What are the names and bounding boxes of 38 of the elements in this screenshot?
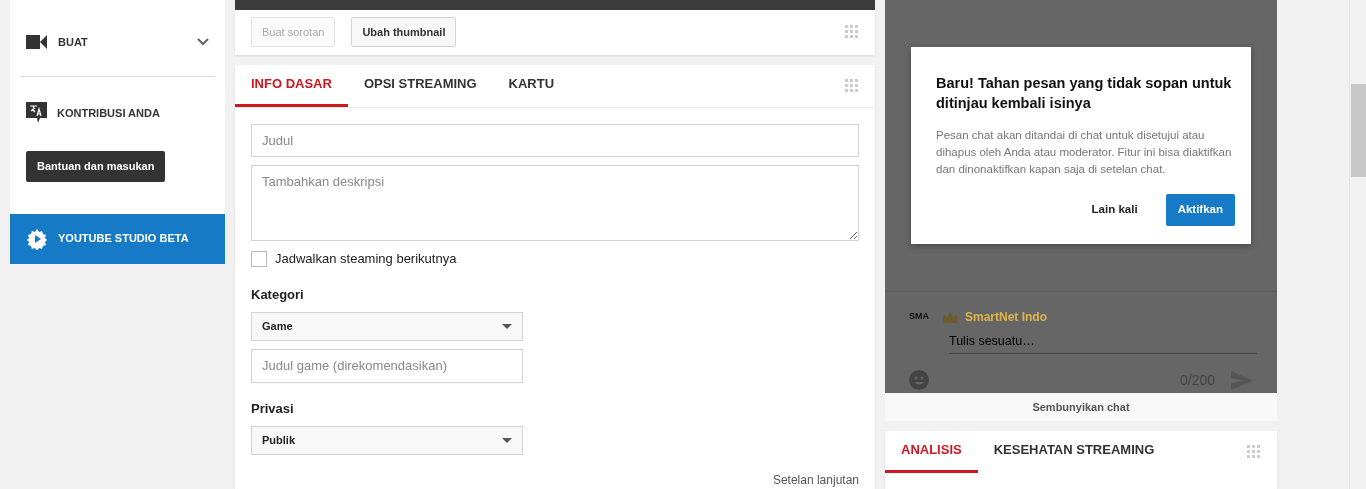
tab[interactable]: INFO DASAR (235, 64, 348, 107)
sidebar-item[interactable]: YOUTUBE STUDIO BETA (10, 213, 225, 264)
description-field[interactable]: Tambahkan deskripsi (251, 165, 859, 241)
crown-icon (943, 311, 957, 323)
video-camera-icon (26, 34, 48, 50)
tab[interactable]: ANALISIS (885, 430, 978, 473)
dialog-text: Pesan chat akan ditandai di chat untuk disetujui atau dihapus oleh Anda atau moderator. Fitur ini bisa diaktifkan dan dinonaktifkan kapan saja di setelan chat. (936, 128, 1233, 178)
tab[interactable]: KARTU (492, 64, 571, 107)
drag-handle-icon (845, 78, 859, 93)
gear-icon (26, 227, 48, 250)
translate-icon (26, 102, 47, 124)
game-title-field[interactable]: Judul game (direkomendasikan) (251, 349, 523, 383)
dropdown-caret-icon (502, 438, 512, 443)
sidebar-item[interactable]: KONTRIBUSI ANDA (10, 97, 225, 129)
drag-handle-icon (1247, 444, 1261, 459)
title-field[interactable]: Judul (251, 123, 859, 157)
drag-handle-icon (845, 25, 859, 40)
dialog-title: Baru! Tahan pesan yang tidak sopan untuk ditinjau kembali isinya (936, 74, 1233, 114)
scrollbar-thumb[interactable] (1351, 84, 1366, 177)
channel-name: SmartNet Indo (965, 309, 1047, 326)
avatar: SMA (909, 310, 930, 324)
dialog-button[interactable]: Aktifkan (1165, 194, 1235, 226)
advanced-settings-link[interactable]: Setelan lanjutan (772, 471, 859, 489)
chat-input[interactable]: Tulis sesuatu… (949, 330, 1257, 354)
checkbox-label: Jadwalkan steaming berikutnya (275, 250, 457, 268)
hide-chat-button[interactable]: Sembunyikan chat (885, 393, 1277, 421)
tab[interactable]: OPSI STREAMING (347, 64, 493, 107)
field-label: Kategori (251, 285, 305, 304)
smiley-icon (909, 370, 929, 391)
dropdown[interactable]: Game (251, 312, 523, 341)
checkbox[interactable] (251, 250, 267, 267)
action-button[interactable]: Ubah thumbnail (351, 16, 457, 48)
dropdown[interactable]: Publik (251, 426, 523, 455)
tab[interactable]: KESEHATAN STREAMING (977, 430, 1171, 473)
help-button[interactable]: Bantuan dan masukan (26, 151, 166, 182)
field-label: Privasi (251, 399, 295, 418)
dropdown-caret-icon (502, 324, 512, 329)
sidebar-item[interactable]: BUAT (10, 26, 225, 58)
